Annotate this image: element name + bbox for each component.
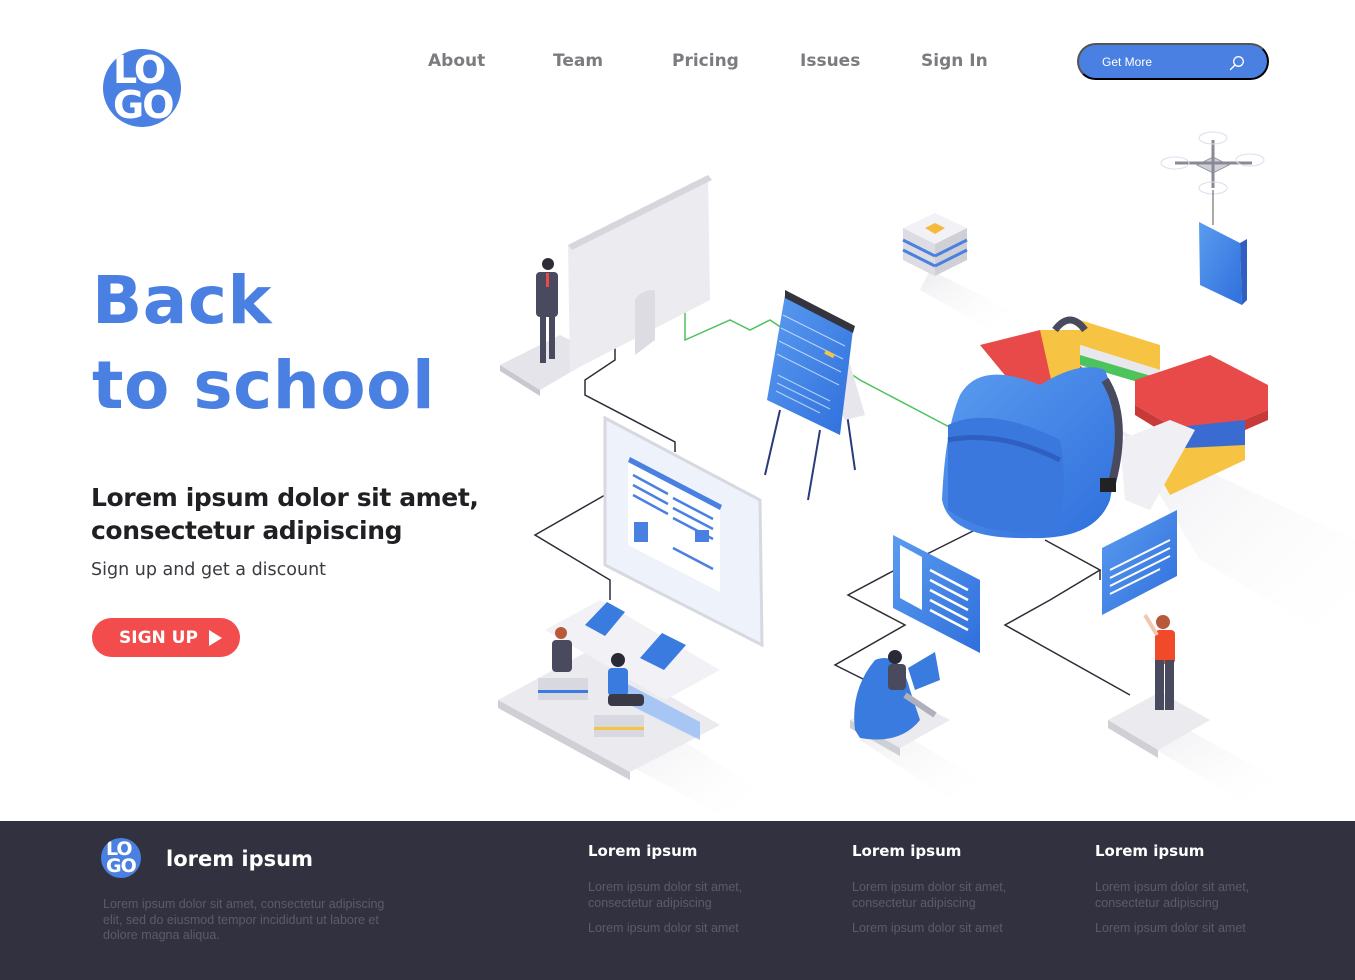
footer-column-title: Lorem ipsum [852, 842, 962, 860]
footer-link[interactable]: Lorem ipsum dolor sit amet, consectetur … [588, 880, 768, 911]
server-stack-icon [902, 213, 968, 276]
nav-team[interactable]: Team [553, 51, 603, 71]
footer-description: Lorem ipsum dolor sit amet, consectetur … [103, 897, 385, 942]
footer-logo[interactable]: LO GO [101, 838, 141, 878]
footer-column: Lorem ipsum Lorem ipsum dolor sit amet, … [1095, 842, 1315, 947]
footer-link[interactable]: Lorem ipsum dolor sit amet [852, 921, 1032, 937]
info-panel-left [893, 535, 980, 653]
hero-subheading-line-1: Lorem ipsum dolor sit amet, [91, 483, 479, 512]
info-panel-right [1102, 510, 1177, 615]
nav-sign-in[interactable]: Sign In [921, 51, 988, 71]
footer: LO GO lorem ipsum Lorem ipsum dolor sit … [0, 821, 1355, 980]
get-more-button[interactable]: Get More [1077, 43, 1269, 80]
footer-link[interactable]: Lorem ipsum dolor sit amet, consectetur … [852, 880, 1032, 911]
logo[interactable]: LO GO [103, 49, 181, 127]
footer-column: Lorem ipsum Lorem ipsum dolor sit amet, … [852, 842, 1072, 947]
nav-pricing[interactable]: Pricing [672, 51, 739, 71]
hero-title-line-1: Back [92, 262, 272, 339]
sign-up-label: SIGN UP [119, 627, 198, 648]
footer-link[interactable]: Lorem ipsum dolor sit amet, consectetur … [1095, 880, 1275, 911]
hero-title: Back to school [92, 258, 435, 428]
footer-brand-name: lorem ipsum [166, 847, 313, 871]
teacher-monitor [500, 175, 712, 396]
nav-about[interactable]: About [428, 51, 485, 71]
play-icon [208, 629, 222, 646]
hanging-book [1199, 222, 1247, 305]
hero-illustration [498, 131, 1355, 815]
drone [1160, 131, 1265, 225]
footer-column-title: Lorem ipsum [588, 842, 698, 860]
footer-column: Lorem ipsum Lorem ipsum dolor sit amet, … [588, 842, 808, 947]
get-more-label: Get More [1102, 54, 1153, 69]
hero-subheading-line-2: consectetur adipiscing [91, 516, 403, 545]
flip-chart [764, 290, 865, 501]
footer-link[interactable]: Lorem ipsum dolor sit amet [1095, 921, 1275, 937]
sign-up-button[interactable]: SIGN UP [92, 618, 240, 657]
hero-tagline: Sign up and get a discount [91, 560, 327, 580]
hero-subheading: Lorem ipsum dolor sit amet, consectetur … [91, 481, 479, 547]
search-icon [1229, 56, 1244, 71]
book-display [603, 415, 764, 648]
logo-text-bottom: GO [113, 83, 174, 127]
footer-link[interactable]: Lorem ipsum dolor sit amet [588, 921, 768, 937]
footer-logo-text-bottom: GO [106, 855, 137, 877]
nav-issues[interactable]: Issues [800, 51, 860, 71]
hero-title-line-2: to school [92, 347, 436, 424]
footer-column-title: Lorem ipsum [1095, 842, 1205, 860]
